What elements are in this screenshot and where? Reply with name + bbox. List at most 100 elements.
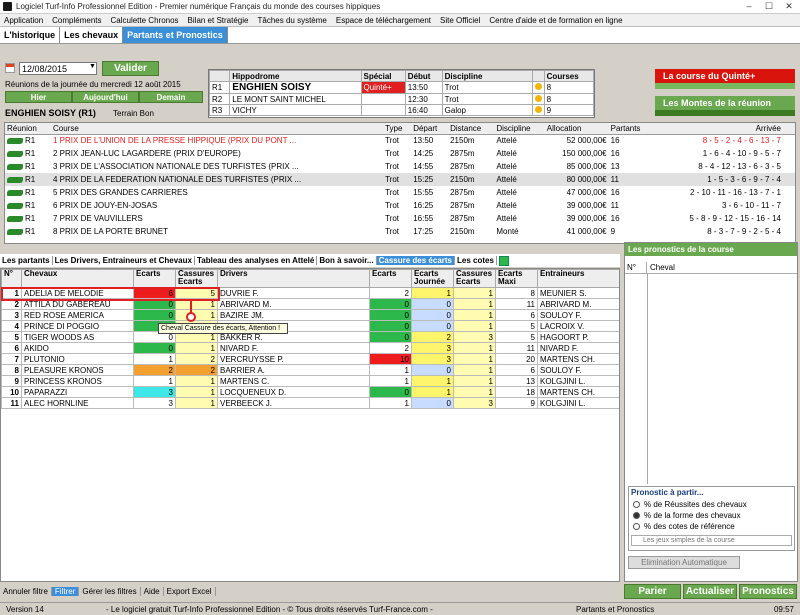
close-button[interactable]: ✕	[778, 1, 800, 12]
race-distance: 2875m	[450, 201, 475, 210]
partant-driver-ecarts: 0	[369, 331, 412, 343]
radio-icon[interactable]	[633, 512, 640, 519]
hipp-header: Courses	[543, 70, 595, 82]
pronostic-option-label: % de Réussites des chevaux	[644, 500, 747, 509]
hipp-r: R2	[208, 93, 231, 105]
partant-cassures: 1	[175, 386, 218, 398]
date-input[interactable]: 12/08/2015	[19, 62, 97, 75]
race-row[interactable]: R1 3 PRIX DE L'ASSOCIATION NATIONALE DES …	[5, 160, 795, 173]
partant-ecarts: 3	[133, 386, 176, 398]
race-row[interactable]: R1 5 PRIX DES GRANDES CARRIERES Trot 15:55 2…	[5, 186, 795, 199]
race-row[interactable]: R1 7 PRIX DE VAUVILLERS Trot 16:55 2875m Atte…	[5, 212, 795, 225]
hipp-debut: 12:30	[404, 93, 443, 105]
race-row[interactable]: R1 1 PRIX DE L'UNION DE LA PRESSE HIPPIQU…	[5, 134, 795, 147]
green-square-icon[interactable]	[498, 255, 509, 266]
pronostic-option[interactable]: % des cotes de référence	[629, 521, 794, 532]
gerer-filtres-button[interactable]: Gérer les filtres	[79, 586, 141, 596]
race-row[interactable]: R1 2 PRIX JEAN-LUC LAGARDERE (PRIX D'EURO…	[5, 147, 795, 160]
partant-ecarts-maxi: 18	[495, 386, 538, 398]
race-distance: 2150m	[450, 136, 475, 146]
minimize-button[interactable]: –	[738, 1, 760, 12]
demain-button[interactable]: Demain	[139, 91, 203, 103]
race-row[interactable]: R1 6 PRIX DE JOUY-EN-JOSAS Trot 16:25 2875m A…	[5, 199, 795, 212]
race-r: R1	[25, 175, 36, 184]
race-partants: 16	[610, 214, 620, 223]
pronostics-button[interactable]: Pronostics	[739, 584, 797, 599]
race-type: Trot	[385, 149, 400, 158]
partant-row[interactable]: 9 PRINCESS KRONOS 1 1 MARTENS C. 1 1 1 13 KOLGJIN…	[1, 375, 619, 387]
race-depart: 15:25	[411, 173, 449, 186]
partant-ecarts-journee: 1	[411, 375, 454, 387]
partant-row[interactable]: 7 PLUTONIO 1 2 VERCRUYSSE P. 10 3 1 20 MARTENS CH…	[1, 353, 619, 365]
race-row[interactable]: R1 8 PRIX DE LA PORTE BRUNET Trot 17:25 2150…	[5, 225, 795, 238]
race-header: Distance	[448, 123, 495, 135]
partant-number: 7	[1, 353, 22, 365]
radio-icon[interactable]	[633, 501, 640, 508]
subtab-cotes[interactable]: Les cotes	[455, 256, 497, 265]
subtab-analyses[interactable]: Tableau des analyses en Attelé	[195, 256, 318, 265]
elimination-button[interactable]: Elimination Automatique	[628, 556, 740, 569]
validate-button[interactable]: Valider	[102, 61, 159, 76]
hipp-courses: 8	[543, 93, 595, 105]
hipp-discipline: Trot	[441, 93, 533, 105]
menu-item[interactable]: Calculette Chronos	[111, 16, 179, 25]
subtab-bon-a-savoir[interactable]: Bon à savoir...	[317, 256, 377, 265]
filtrer-button[interactable]: Filtrer	[51, 586, 80, 596]
radio-icon[interactable]	[633, 523, 640, 530]
partant-row[interactable]: 11 ALEC HORNLINE 3 1 VERBEECK J. 1 0 3 9 KOLGJINI…	[1, 397, 619, 409]
export-excel-button[interactable]: Export Excel	[164, 586, 216, 596]
partant-row[interactable]: 10 PAPARAZZI 3 1 LOCQUENEUX D. 0 1 1 18 MARTENS C…	[1, 386, 619, 398]
quinte-button[interactable]: La course du Quinté+	[655, 69, 795, 89]
menu-item[interactable]: Espace de téléchargement	[336, 16, 431, 25]
hipp-row[interactable]: R1 ENGHIEN SOISY Quinté+ 13:50 Trot 8	[208, 81, 595, 94]
subtab-drivers[interactable]: Les Drivers, Entraineurs et Chevaux	[53, 256, 195, 265]
pronostic-option[interactable]: % de la forme des chevaux	[629, 510, 794, 521]
aide-button[interactable]: Aide	[141, 586, 164, 596]
partants-header: Cassures Ecarts	[453, 269, 496, 288]
race-reunion: R1	[5, 173, 51, 186]
annuler-filtre-button[interactable]: Annuler filtre	[0, 586, 52, 596]
subtab-partants[interactable]: Les partants	[0, 256, 53, 265]
partant-driver-ecarts: 0	[369, 298, 412, 310]
menu-item[interactable]: Bilan et Stratégie	[188, 16, 249, 25]
hipp-row[interactable]: R2 LE MONT SAINT MICHEL 12:30 Trot 8	[208, 93, 595, 105]
menu-item[interactable]: Site Officiel	[440, 16, 480, 25]
chevron-down-icon[interactable]: ▼	[89, 63, 96, 70]
subtab-cassure[interactable]: Cassure des écarts	[376, 256, 455, 265]
race-partants: 13	[610, 162, 620, 171]
race-depart: 14:55	[413, 162, 434, 171]
race-row[interactable]: R1 4 PRIX DE LA FEDERATION NATIONALE DES …	[5, 173, 795, 186]
partant-cassures: 1	[175, 397, 218, 409]
pronostic-option[interactable]: % de Réussites des chevaux	[629, 499, 794, 510]
hipp-row[interactable]: R3 VICHY 16:40 Galop 9	[208, 104, 595, 116]
partant-row[interactable]: 6 AKIDO 0 1 NIVARD F. 2 3 1 11 NIVARD F.	[1, 342, 619, 354]
partant-ecarts-maxi: 9	[495, 397, 538, 409]
partant-driver: LOCQUENEUX D.	[217, 386, 370, 398]
menu-item[interactable]: Application	[4, 16, 43, 25]
hipp-name: ENGHIEN SOISY	[229, 81, 362, 94]
jeux-input[interactable]: Les jeux simples de la course	[631, 535, 792, 546]
maximize-button[interactable]: ☐	[758, 1, 780, 12]
race-r: R1	[25, 162, 36, 171]
race-r: R1	[25, 201, 36, 210]
partant-row[interactable]: 5 TIGER WOODS AS 0 1 BAKKER R. 0 2 3 5 HAGOORT P.	[1, 331, 619, 343]
menu-item[interactable]: Centre d'aide et de formation en ligne	[489, 16, 622, 25]
race-r: R1	[25, 136, 36, 146]
tab-partants-pronostics[interactable]: Partants et Pronostics	[123, 27, 228, 43]
menu-item[interactable]: Compléments	[52, 16, 101, 25]
parier-button[interactable]: Parier	[624, 584, 681, 599]
tab-historique[interactable]: L'historique	[0, 27, 61, 43]
partant-trainer: SOULOY F.	[537, 309, 619, 321]
race-type: Trot	[383, 173, 412, 186]
actualiser-button[interactable]: Actualiser	[683, 584, 737, 599]
partant-row[interactable]: 4PRINCE DI POGGIO01DUBOIS JP.0015LACROIX…	[1, 320, 619, 332]
partant-ecarts-journee: 2	[411, 331, 454, 343]
partant-row[interactable]: 3 RED ROSE AMERICA 0 1 BAZIRE JM. 0 0 1 6 SOULOY …	[1, 309, 619, 321]
race-reunion: R1	[5, 147, 51, 160]
hier-button[interactable]: Hier	[5, 91, 72, 103]
montes-button[interactable]: Les Montes de la réunion	[655, 96, 795, 116]
partant-row[interactable]: 8 PLEASURE KRONOS 2 2 BARRIER A. 1 0 1 6 SOULOY F…	[1, 364, 619, 376]
tab-chevaux[interactable]: Les chevaux	[60, 27, 124, 43]
aujourdhui-button[interactable]: Aujourd'hui	[72, 91, 139, 103]
menu-item[interactable]: Tâches du système	[257, 16, 326, 25]
